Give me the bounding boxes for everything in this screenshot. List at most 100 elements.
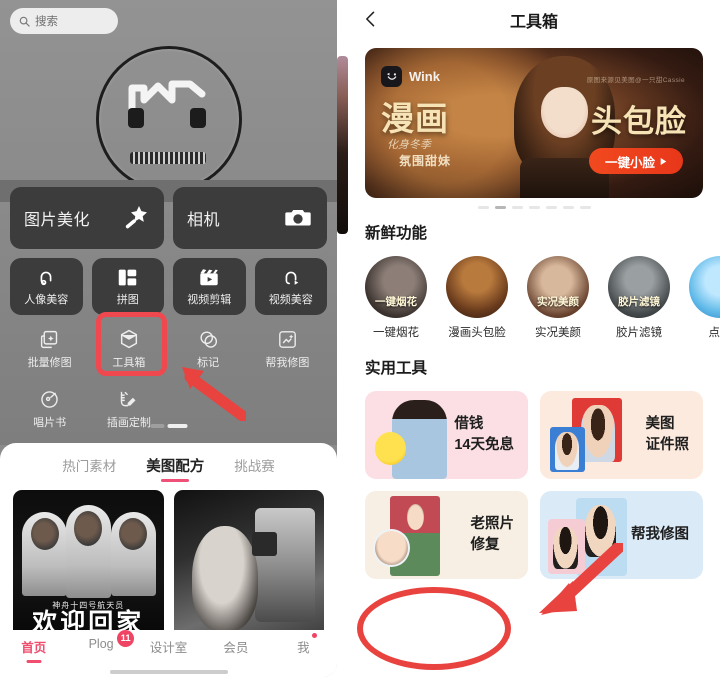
carousel-dot-2[interactable] [494,206,506,209]
banner-carousel-dots[interactable] [348,206,720,209]
nav-item-home[interactable]: 首页 [0,637,67,656]
fresh-thumb-fireworks: 一键烟花 [365,256,427,318]
fresh-label-manga-face: 漫画头包脸 [448,327,506,339]
tool-id-line2: 证件照 [645,437,690,453]
button-video-edit-label: 视频剪辑 [187,294,232,306]
button-video-edit[interactable]: 视频剪辑 [173,258,246,315]
tab-meitu-recipe[interactable]: 美图配方 [146,455,204,482]
button-video-beauty-label: 视频美容 [268,294,313,306]
search-placeholder: 搜索 [35,16,58,28]
wink-brand-label: Wink [409,69,440,84]
fresh-item-manga-face[interactable]: 漫画头包脸 [446,256,508,340]
astronaut-figure-3 [110,512,156,596]
search-input[interactable]: 搜索 [10,8,118,34]
carousel-dot-1[interactable] [477,206,489,209]
button-record-book-label: 唱片书 [33,417,67,429]
mark-icon [197,328,219,350]
tab-hot-materials[interactable]: 热门素材 [62,455,116,482]
tool-loan-line1: 借钱 [454,415,484,432]
button-portrait-beauty[interactable]: 人像美容 [10,258,83,315]
indicator-dot-2 [167,424,187,428]
old-photo-baby-face [407,504,424,530]
promo-banner[interactable]: Wink 原图来源见美图@一只甜Cassie 漫画 头包脸 化身冬季 氛围甜妹 … [365,48,703,198]
right-phone-panel: 工具箱 Wink 原图来源见美图@一只甜Cassie 漫画 头包脸 化身冬季 氛… [348,0,720,677]
old-photo-art [371,493,459,579]
feed-card-astronauts[interactable]: 神舟十四号航天员 欢迎回家 [13,490,164,640]
fresh-item-fireworks[interactable]: 一键烟花 一键烟花 [365,256,427,340]
tool-card-loan-text: 借钱 14天免息 [454,414,514,456]
loan-chick-mascot [374,432,407,466]
tool-card-old-photo-text: 老照片 修复 [471,514,515,556]
indicator-dot-1 [150,424,164,428]
carousel-dot-6[interactable] [562,206,574,209]
page-title: 工具箱 [509,14,558,31]
button-illustration-custom[interactable]: 插画定制 [89,381,168,437]
back-button[interactable] [358,6,384,32]
nav-item-plog-label: Plog [88,637,114,651]
button-toolbox[interactable]: 工具箱 [89,321,168,377]
nav-dot-me [312,633,318,638]
nav-item-plog[interactable]: Plog 11 [67,630,135,651]
secondary-button-row: 人像美容 拼图 视频剪辑 视频美容 [10,258,327,315]
tool-card-old-photo-restore[interactable]: 老照片 修复 [365,491,528,579]
cabin-panel [254,508,315,622]
button-mark-label: 标记 [197,357,220,369]
practical-tools-grid: 借钱 14天免息 美图 证件照 老照片 修复 帮我修图 [348,378,720,579]
button-record-book[interactable]: 唱片书 [10,381,89,437]
fresh-item-film-filter[interactable]: 胶片滤镜 胶片滤镜 [608,256,670,340]
fresh-overlay-live-beauty: 实况美颜 [537,297,579,308]
fresh-feature-list[interactable]: 一键烟花 一键烟花 漫画头包脸 实况美颜 实况美颜 胶片滤镜 胶片滤镜 点击 [348,243,720,340]
headphone-cable [130,152,206,164]
button-video-beauty[interactable]: 视频美容 [254,258,327,315]
nav-item-me[interactable]: 我 [270,633,337,656]
tool-card-help-retouch[interactable]: 帮我修图 [540,491,703,579]
button-help-edit[interactable]: 帮我修图 [248,321,327,377]
banner-fine-print: 原图来源见美图@一只甜Cassie [586,77,685,84]
camera-icon [283,203,313,233]
button-toolbox-label: 工具箱 [112,357,146,369]
astronaut-figure-1 [22,512,68,596]
button-batch-edit[interactable]: 批量修图 [10,321,89,377]
feed-card-cabin[interactable] [173,490,324,640]
fresh-item-live-beauty[interactable]: 实况美颜 实况美颜 [527,256,589,340]
toolbox-header: 工具箱 [348,0,720,40]
carousel-dot-3[interactable] [511,206,523,209]
button-mark[interactable]: 标记 [169,321,248,377]
fresh-label-fireworks: 一键烟花 [373,327,419,339]
fresh-thumb-partial [689,256,720,318]
fresh-thumb-manga-face [446,256,508,318]
button-camera[interactable]: 相机 [173,187,327,249]
button-illustration-custom-label: 插画定制 [106,417,151,429]
nav-item-membership[interactable]: 会员 [202,637,269,656]
old-photo-restored-face [372,529,410,567]
fresh-label-partial: 点击 [708,327,720,339]
carousel-dot-5[interactable] [545,206,557,209]
help-edit-icon [276,328,298,350]
button-collage[interactable]: 拼图 [91,258,164,315]
neon-mt-icon [128,80,206,112]
button-collage-label: 拼图 [116,294,139,306]
tool-card-id-photo[interactable]: 美图 证件照 [540,391,703,479]
nav-item-design-room[interactable]: 设计室 [135,637,202,656]
mt-logo-photo [68,42,268,192]
fresh-item-partial[interactable]: 点击 [689,256,720,340]
fresh-label-film-filter: 胶片滤镜 [616,327,662,339]
cabin-screen [251,532,278,556]
tab-challenge[interactable]: 挑战赛 [234,455,275,482]
nav-badge-plog: 11 [117,630,135,647]
left-phone-panel: 搜索 图片美化 相机 人像美容 拼图 视频剪辑 视频美容 批量修图 工具箱 标记… [0,0,337,677]
carousel-dot-7[interactable] [579,206,591,209]
tool-retouch-line1: 帮我修图 [631,526,689,543]
carousel-dot-4[interactable] [528,206,540,209]
button-camera-label: 相机 [187,212,221,229]
tool-card-loan[interactable]: 借钱 14天免息 [365,391,528,479]
id-photo-art [546,393,634,479]
wink-logo-icon [381,66,402,87]
tool-card-help-retouch-text: 帮我修图 [631,524,689,545]
tool-oldphoto-line2: 修复 [470,537,500,553]
button-image-beautify[interactable]: 图片美化 [10,187,164,249]
id-photo-face-small [554,432,580,471]
banner-cta-button[interactable]: 一键小脸 [588,148,683,174]
wink-brand: Wink [381,66,440,87]
nav-item-home-label: 首页 [21,641,47,655]
